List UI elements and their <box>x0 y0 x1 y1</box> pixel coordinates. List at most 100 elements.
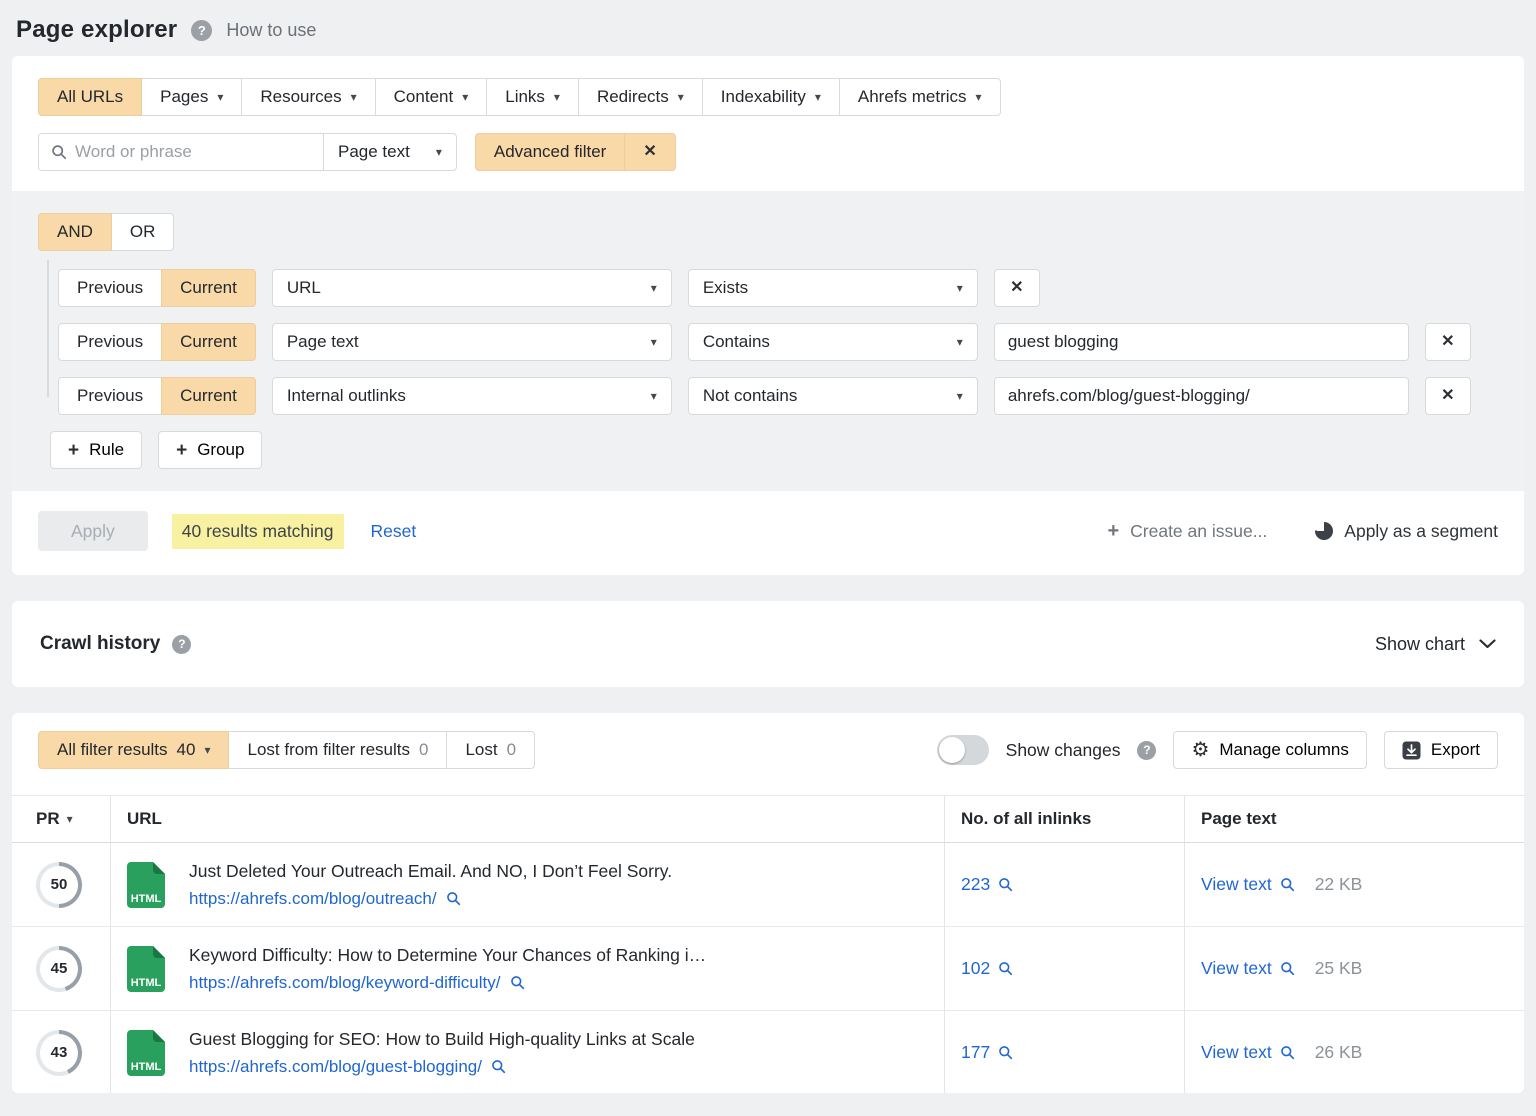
column-header-pr[interactable]: PR ▾ <box>12 796 110 842</box>
previous-button[interactable]: Previous <box>58 323 162 361</box>
page-url-link[interactable]: https://ahrefs.com/blog/guest-blogging/ <box>189 1057 482 1077</box>
or-button[interactable]: OR <box>111 213 175 251</box>
magnifier-icon[interactable] <box>998 961 1013 976</box>
table-row: 43 HTML Guest Blogging for SEO: How to B… <box>12 1011 1524 1093</box>
magnifier-icon[interactable] <box>491 1059 506 1074</box>
page-url-link[interactable]: https://ahrefs.com/blog/keyword-difficul… <box>189 973 501 993</box>
view-text-link[interactable]: View text <box>1201 1042 1272 1063</box>
page-rating-value: 45 <box>40 950 78 988</box>
rule-field-select[interactable]: Internal outlinks ▾ <box>272 377 672 415</box>
manage-columns-button[interactable]: ⚙ Manage columns <box>1173 731 1366 769</box>
download-icon <box>1402 741 1421 760</box>
magnifier-icon[interactable] <box>1280 1045 1295 1060</box>
magnifier-icon[interactable] <box>998 1045 1013 1060</box>
tab-pages-label: Pages <box>160 87 208 107</box>
create-issue-button[interactable]: + Create an issue... <box>1107 521 1267 542</box>
table-row: 45 HTML Keyword Difficulty: How to Deter… <box>12 927 1524 1011</box>
tab-redirects[interactable]: Redirects ▾ <box>578 78 703 116</box>
inlinks-cell: 223 <box>944 843 1184 926</box>
manage-columns-label: Manage columns <box>1219 740 1348 760</box>
add-rule-button[interactable]: + Rule <box>50 431 142 469</box>
url-cell: HTML Guest Blogging for SEO: How to Buil… <box>110 1011 944 1093</box>
tab-indexability[interactable]: Indexability ▾ <box>702 78 840 116</box>
caret-down-icon: ▾ <box>678 91 684 103</box>
view-text-link[interactable]: View text <box>1201 874 1272 895</box>
rule-field-select[interactable]: Page text ▾ <box>272 323 672 361</box>
view-text-link[interactable]: View text <box>1201 958 1272 979</box>
tab-lost[interactable]: Lost 0 <box>446 731 535 769</box>
column-header-page-text[interactable]: Page text <box>1184 796 1524 842</box>
help-icon[interactable]: ? <box>191 20 212 41</box>
rule-field-select[interactable]: URL ▾ <box>272 269 672 307</box>
page-url-link[interactable]: https://ahrefs.com/blog/outreach/ <box>189 889 437 909</box>
caret-down-icon: ▾ <box>957 390 963 402</box>
magnifier-icon[interactable] <box>1280 961 1295 976</box>
rule-operator-value: Not contains <box>703 386 798 406</box>
tab-content[interactable]: Content ▾ <box>375 78 488 116</box>
help-icon[interactable]: ? <box>172 635 191 654</box>
clear-advanced-filter-button[interactable]: ✕ <box>624 133 675 171</box>
search-scope-select[interactable]: Page text ▾ <box>323 133 457 171</box>
apply-as-segment-label: Apply as a segment <box>1344 521 1498 542</box>
rules-list: Previous Current URL ▾ Exists ▾ ✕ <box>38 269 1498 415</box>
results-tabs: All filter results 40 ▾ Lost from filter… <box>38 731 535 769</box>
magnifier-icon[interactable] <box>998 877 1013 892</box>
tab-links[interactable]: Links ▾ <box>486 78 579 116</box>
toggle-knob <box>939 737 965 763</box>
show-changes-toggle[interactable] <box>937 735 989 765</box>
rule-operator-select[interactable]: Contains ▾ <box>688 323 978 361</box>
tab-content-label: Content <box>394 87 454 107</box>
column-header-url[interactable]: URL <box>110 796 944 842</box>
inlinks-count-link[interactable]: 177 <box>961 1042 990 1063</box>
tab-label: Lost <box>465 740 497 760</box>
page-rating-value: 43 <box>40 1034 78 1072</box>
magnifier-icon[interactable] <box>1280 877 1295 892</box>
export-button[interactable]: Export <box>1384 731 1498 769</box>
rule-operator-select[interactable]: Not contains ▾ <box>688 377 978 415</box>
add-group-button[interactable]: + Group <box>158 431 262 469</box>
help-icon[interactable]: ? <box>1137 741 1156 760</box>
rule-operator-value: Contains <box>703 332 770 352</box>
page-title-text: Guest Blogging for SEO: How to Build Hig… <box>189 1029 695 1050</box>
remove-rule-button[interactable]: ✕ <box>1425 377 1471 415</box>
inlinks-count-link[interactable]: 223 <box>961 874 990 895</box>
rule-operator-select[interactable]: Exists ▾ <box>688 269 978 307</box>
tab-lost-from-filter-results[interactable]: Lost from filter results 0 <box>228 731 447 769</box>
rule-value-input[interactable] <box>994 323 1409 361</box>
page-url-row: https://ahrefs.com/blog/keyword-difficul… <box>189 973 706 993</box>
tab-ahrefs-metrics[interactable]: Ahrefs metrics ▾ <box>839 78 1001 116</box>
and-button[interactable]: AND <box>38 213 112 251</box>
inlinks-cell: 102 <box>944 927 1184 1010</box>
column-header-inlinks[interactable]: No. of all inlinks <box>944 796 1184 842</box>
and-label: AND <box>57 222 93 242</box>
advanced-filter-button[interactable]: Advanced filter <box>475 133 625 171</box>
html-file-icon: HTML <box>127 862 165 908</box>
reset-link[interactable]: Reset <box>371 521 417 542</box>
tab-resources[interactable]: Resources ▾ <box>241 78 375 116</box>
rule-field-value: Internal outlinks <box>287 386 406 406</box>
magnifier-icon[interactable] <box>446 891 461 906</box>
results-toolbar: All filter results 40 ▾ Lost from filter… <box>12 713 1524 785</box>
filter-tabs: All URLs Pages ▾ Resources ▾ Content ▾ L… <box>38 78 1001 116</box>
pr-cell: 43 <box>12 1011 110 1093</box>
tab-all-filter-results[interactable]: All filter results 40 ▾ <box>38 731 229 769</box>
apply-button[interactable]: Apply <box>38 511 148 551</box>
remove-rule-button[interactable]: ✕ <box>1425 323 1471 361</box>
tab-all-urls[interactable]: All URLs <box>38 78 142 116</box>
inlinks-count-link[interactable]: 102 <box>961 958 990 979</box>
apply-as-segment-button[interactable]: Apply as a segment <box>1315 521 1498 542</box>
previous-button[interactable]: Previous <box>58 269 162 307</box>
remove-rule-button[interactable]: ✕ <box>994 269 1040 307</box>
current-button[interactable]: Current <box>161 269 256 307</box>
current-button[interactable]: Current <box>161 377 256 415</box>
tab-pages[interactable]: Pages ▾ <box>141 78 242 116</box>
current-button[interactable]: Current <box>161 323 256 361</box>
caret-down-icon: ▾ <box>651 390 657 402</box>
caret-down-icon: ▾ <box>462 91 468 103</box>
search-input[interactable] <box>75 142 311 162</box>
how-to-use-link[interactable]: How to use <box>226 20 316 41</box>
previous-button[interactable]: Previous <box>58 377 162 415</box>
magnifier-icon[interactable] <box>510 975 525 990</box>
show-chart-button[interactable]: Show chart <box>1375 634 1496 655</box>
rule-value-input[interactable] <box>994 377 1409 415</box>
